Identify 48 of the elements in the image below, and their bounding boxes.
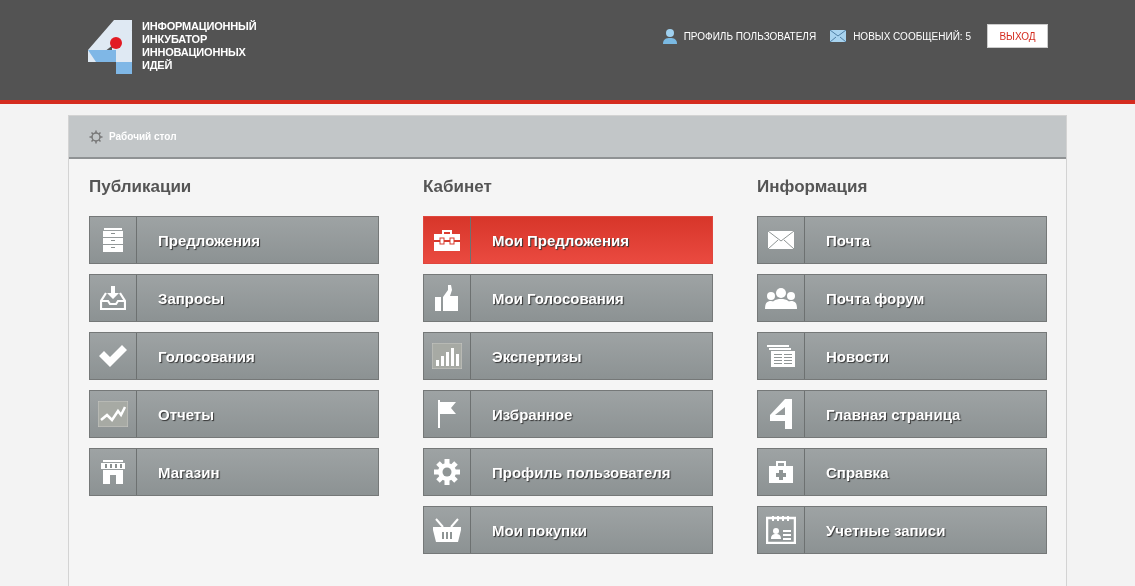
menu-tile[interactable]: Новости bbox=[757, 332, 1047, 380]
bar-chart-icon bbox=[432, 343, 462, 369]
logo-text-line: ИННОВАЦИОННЫХ bbox=[142, 46, 247, 59]
newspaper-icon bbox=[767, 345, 795, 367]
menu-tile[interactable]: Избранное bbox=[423, 390, 713, 438]
profile-link[interactable]: ПРОФИЛЬ ПОЛЬЗОВАТЕЛЯ bbox=[662, 28, 817, 44]
logo-text-line: ИДЕЙ bbox=[142, 59, 173, 72]
basket-icon bbox=[433, 518, 461, 542]
menu-tile[interactable]: Справка bbox=[757, 448, 1047, 496]
logo-text-line: ИНКУБАТОР bbox=[142, 33, 209, 46]
menu-tile[interactable]: Отчеты bbox=[89, 390, 379, 438]
menu-tile[interactable]: Мои Голосования bbox=[423, 274, 713, 322]
menu-tile[interactable]: Запросы bbox=[89, 274, 379, 322]
thumbs-up-icon bbox=[435, 285, 459, 311]
menu-tile[interactable]: Предложения bbox=[89, 216, 379, 264]
id-card-icon bbox=[766, 516, 796, 544]
toolbox-icon bbox=[434, 229, 460, 251]
menu-tile[interactable]: Мои Предложения bbox=[423, 216, 713, 264]
section-heading: Кабинет bbox=[423, 177, 493, 197]
inbox-download-icon bbox=[100, 285, 126, 311]
settings-icon bbox=[89, 129, 103, 144]
four-logo-icon bbox=[770, 399, 792, 429]
menu-tile[interactable]: Почта форум bbox=[757, 274, 1047, 322]
logo-text-line: ИНФОРМАЦИОННЫЙ bbox=[142, 20, 257, 33]
logout-button[interactable]: ВЫХОД bbox=[987, 24, 1048, 48]
menu-tile[interactable]: Учетные записи bbox=[757, 506, 1047, 554]
menu-tile[interactable]: Главная страница bbox=[757, 390, 1047, 438]
flag-icon bbox=[437, 400, 457, 428]
messages-link[interactable]: НОВЫХ СООБЩЕНИЙ: 5 bbox=[830, 30, 971, 42]
envelope-icon bbox=[768, 231, 794, 249]
drawers-icon bbox=[103, 228, 123, 252]
storefront-icon bbox=[101, 460, 125, 484]
line-chart-icon bbox=[98, 401, 128, 427]
menu-tile[interactable]: Профиль пользователя bbox=[423, 448, 713, 496]
envelope-icon bbox=[830, 30, 847, 42]
section-heading: Публикации bbox=[89, 177, 193, 197]
breadcrumb: Рабочий стол bbox=[109, 131, 177, 142]
gear-icon bbox=[433, 458, 461, 486]
section-heading: Информация bbox=[757, 177, 869, 197]
checkmark-icon bbox=[99, 345, 127, 367]
user-icon bbox=[662, 28, 677, 44]
menu-tile[interactable]: Почта bbox=[757, 216, 1047, 264]
group-icon bbox=[765, 287, 797, 309]
menu-tile[interactable]: Мои покупки bbox=[423, 506, 713, 554]
menu-tile[interactable]: Голосования bbox=[89, 332, 379, 380]
first-aid-kit-icon bbox=[769, 461, 793, 483]
menu-tile[interactable]: Магазин bbox=[89, 448, 379, 496]
menu-tile[interactable]: Экспертизы bbox=[423, 332, 713, 380]
